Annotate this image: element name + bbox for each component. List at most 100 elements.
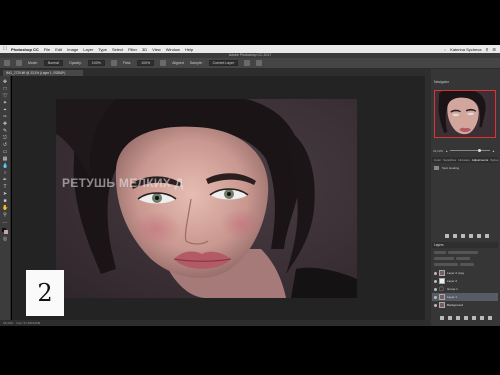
sample-select[interactable]: Current Layer	[208, 60, 239, 66]
dodge-tool-icon[interactable]: ○	[2, 171, 8, 176]
status-doc-info[interactable]: Doc: 57,4M/126M	[17, 321, 41, 325]
tab-libraries[interactable]: Libraries	[458, 158, 470, 162]
menu-image[interactable]: Image	[67, 47, 78, 52]
layer-row[interactable]: ▢ Group 1	[432, 285, 498, 293]
flow-field[interactable]: 100%	[137, 60, 155, 66]
mask-icon[interactable]	[456, 316, 460, 320]
tab-color[interactable]: Color	[434, 158, 441, 162]
trash-icon[interactable]	[485, 234, 489, 238]
fx-icon[interactable]	[448, 316, 452, 320]
layer-row[interactable]: Layer 2	[432, 277, 498, 285]
tools-panel: ✥ □ ➰ ✦ ⌖ ✑ ✚ ✎ ⎋ ↺ ▭ ▦ 💧 ○ ✒ T ➤ ■ ✋ ⚲ …	[0, 76, 11, 326]
pressure-size-icon[interactable]	[256, 60, 263, 66]
status-zoom[interactable]: 33,33%	[3, 321, 13, 325]
blend-mode-select[interactable]	[434, 257, 454, 260]
zoom-slider[interactable]	[450, 149, 491, 152]
layer-row-selected[interactable]: Layer 1	[432, 293, 498, 301]
wifi-icon[interactable]: ◌	[444, 47, 446, 52]
menu-type[interactable]: Type	[98, 47, 107, 52]
menu-photoshop[interactable]: Photoshop CC	[11, 47, 39, 52]
tab-styles[interactable]: Styles	[490, 158, 498, 162]
menu-view[interactable]: View	[152, 47, 161, 52]
zoom-tool-icon[interactable]: ⚲	[2, 213, 8, 218]
airbrush-icon[interactable]	[160, 60, 167, 66]
blur-tool-icon[interactable]: 💧	[2, 164, 8, 169]
list-icon[interactable]: ☰	[492, 47, 496, 52]
new-item-icon[interactable]	[477, 234, 481, 238]
mode-select[interactable]: Normal	[43, 60, 64, 66]
visibility-eye-icon[interactable]	[434, 295, 437, 299]
lasso-tool-icon[interactable]: ➰	[2, 94, 8, 99]
mac-menu-bar:  Photoshop CC File Edit Image Layer Typ…	[0, 45, 500, 53]
layer-row[interactable]: Background	[432, 301, 498, 309]
visibility-eye-icon[interactable]	[434, 303, 437, 307]
layer-opacity-field[interactable]	[456, 257, 470, 260]
menu-file[interactable]: File	[44, 47, 50, 52]
new-layer-icon[interactable]	[480, 316, 484, 320]
menu-edit[interactable]: Edit	[55, 47, 62, 52]
history-brush-tool-icon[interactable]: ↺	[2, 143, 8, 148]
snapshot-icon[interactable]	[445, 234, 449, 238]
background-color-icon[interactable]	[4, 230, 8, 234]
visibility-eye-icon[interactable]	[434, 271, 437, 275]
zoom-slider-knob[interactable]	[478, 149, 482, 152]
layers-panel-title[interactable]: Layers	[432, 242, 498, 248]
layer-filter-icons[interactable]	[448, 251, 478, 254]
quick-select-tool-icon[interactable]: ✦	[2, 101, 8, 106]
home-icon[interactable]	[4, 60, 10, 66]
link-icon[interactable]	[461, 234, 465, 238]
layers-buttons	[440, 316, 492, 320]
portrait-photo[interactable]	[56, 99, 357, 298]
menu-filter[interactable]: Filter	[128, 47, 137, 52]
menu-select[interactable]: Select	[112, 47, 123, 52]
type-tool-icon[interactable]: T	[2, 185, 8, 190]
folder-icon[interactable]	[469, 234, 473, 238]
more-tools-icon[interactable]: …	[2, 220, 8, 225]
history-state[interactable]: Spot Healing	[434, 165, 494, 170]
move-tool-icon[interactable]: ✥	[2, 80, 8, 85]
user-name[interactable]: Katerina Sycheva	[450, 47, 481, 52]
pen-tool-icon[interactable]: ✒	[2, 178, 8, 183]
marquee-tool-icon[interactable]: □	[2, 87, 8, 92]
new-state-icon[interactable]	[453, 234, 457, 238]
zoom-in-icon[interactable]: ▲	[492, 149, 495, 153]
quick-mask-icon[interactable]: ◎	[2, 237, 8, 242]
eraser-tool-icon[interactable]: ▭	[2, 150, 8, 155]
zoom-out-icon[interactable]: ▲	[445, 149, 448, 153]
eyedropper-tool-icon[interactable]: ✑	[2, 115, 8, 120]
layer-kind-filter[interactable]	[434, 251, 446, 254]
hand-tool-icon[interactable]: ✋	[2, 206, 8, 211]
navigator-zoom-value[interactable]: 33,33%	[433, 149, 443, 153]
aligned-checkbox[interactable]: Aligned	[172, 61, 184, 65]
visibility-eye-icon[interactable]	[434, 279, 437, 283]
menu-help[interactable]: Help	[185, 47, 193, 52]
crop-tool-icon[interactable]: ⌖	[2, 108, 8, 113]
clone-stamp-tool-icon[interactable]: ⎋	[2, 136, 8, 141]
lock-icons[interactable]	[434, 263, 458, 266]
opacity-field[interactable]: 100%	[87, 60, 105, 66]
ignore-adjustment-icon[interactable]	[244, 60, 251, 66]
adjustment-layer-icon[interactable]	[464, 316, 468, 320]
delete-layer-icon[interactable]	[488, 316, 492, 320]
menu-3d[interactable]: 3D	[142, 47, 147, 52]
gradient-tool-icon[interactable]: ▦	[2, 157, 8, 162]
layer-fill-field[interactable]	[460, 263, 474, 266]
apple-icon[interactable]: 	[3, 46, 8, 52]
shape-tool-icon[interactable]: ■	[2, 199, 8, 204]
path-select-tool-icon[interactable]: ➤	[2, 192, 8, 197]
pressure-icon[interactable]	[110, 60, 117, 66]
link-layers-icon[interactable]	[440, 316, 444, 320]
tab-swatches[interactable]: Swatches	[443, 158, 456, 162]
menu-layer[interactable]: Layer	[83, 47, 93, 52]
navigator-thumbnail[interactable]	[434, 90, 496, 138]
menu-window[interactable]: Window	[166, 47, 180, 52]
clone-stamp-preset-icon[interactable]	[16, 60, 22, 66]
brush-tool-icon[interactable]: ✎	[2, 129, 8, 134]
visibility-eye-icon[interactable]	[434, 287, 437, 291]
tab-adjustments[interactable]: Adjustments	[472, 158, 489, 162]
navigator-title[interactable]: Navigator	[434, 80, 449, 84]
search-icon[interactable]: ⚲	[485, 47, 488, 52]
layer-row[interactable]: Layer 2 copy	[432, 269, 498, 277]
healing-brush-tool-icon[interactable]: ✚	[2, 122, 8, 127]
new-group-icon[interactable]	[472, 316, 476, 320]
